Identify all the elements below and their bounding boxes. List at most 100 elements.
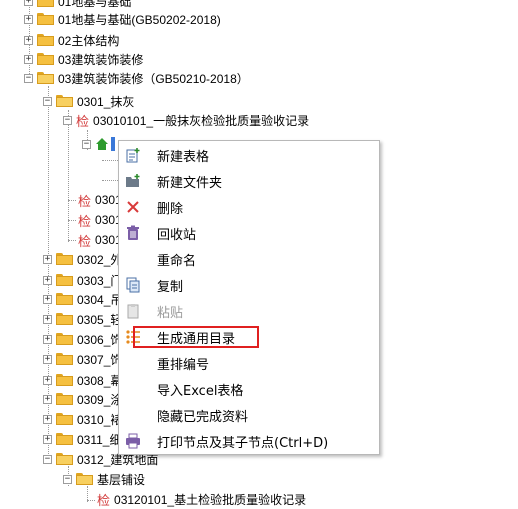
expand-toggle[interactable]: + [43, 314, 52, 324]
folder-icon [56, 313, 73, 325]
tree-node[interactable]: + 0302_外 [43, 250, 122, 268]
menu-item-new-table[interactable]: 新建表格 [119, 142, 379, 168]
tree-node-label: 03010101_一般抹灰检验批质量验收记录 [93, 113, 310, 128]
tree-node-label: 0311_细 [77, 432, 122, 447]
folder-open-icon [37, 72, 54, 84]
new-folder-icon [124, 172, 142, 190]
tree-node[interactable]: + 0308_幕 [43, 371, 122, 389]
delete-x-icon [124, 198, 142, 216]
expand-toggle[interactable]: + [43, 294, 52, 304]
new-table-icon [124, 146, 142, 164]
folder-icon [56, 374, 73, 386]
tree-node[interactable]: + 0306_饰 [43, 330, 122, 348]
collapse-toggle[interactable]: − [43, 96, 52, 106]
tree-node[interactable]: + 0305_轻 [43, 310, 122, 328]
tree-guide-line [102, 180, 118, 181]
home-icon [95, 137, 109, 151]
expand-toggle[interactable]: + [24, 0, 33, 6]
tree-node[interactable]: 检 0301 [78, 191, 122, 209]
tree-node[interactable]: − 03建筑装饰装修（GB50210-2018） [24, 69, 249, 87]
menu-item-label: 复制 [157, 279, 184, 295]
expand-toggle[interactable]: + [43, 354, 52, 364]
tree-guide-line [68, 200, 76, 201]
tree-node-label: 02主体结构 [58, 33, 120, 48]
print-icon [124, 432, 142, 450]
menu-item-paste[interactable]: 粘贴 [119, 298, 379, 324]
folder-icon [56, 293, 73, 305]
menu-item-label: 打印节点及其子节点(Ctrl+D) [157, 435, 329, 451]
tree-node[interactable]: − 0301_抹灰 [43, 92, 134, 110]
expand-toggle[interactable]: + [43, 434, 52, 444]
menu-item-rename[interactable]: 重命名 [119, 246, 379, 272]
expand-toggle[interactable]: + [24, 35, 33, 45]
trash-icon [124, 224, 142, 242]
tree-guide-line [68, 110, 69, 242]
tree-guide-line [102, 160, 118, 161]
tree-node[interactable]: + 01地基与基础 [24, 0, 131, 10]
tree-node[interactable]: 检 0301 [78, 231, 122, 249]
tree-node[interactable]: + 0311_细 [43, 430, 121, 448]
expand-toggle[interactable]: + [43, 334, 52, 344]
menu-item-print-node[interactable]: 打印节点及其子节点(Ctrl+D) [119, 428, 379, 454]
menu-item-generate-directory[interactable]: 生成通用目录 [119, 324, 379, 350]
menu-item-label: 新建文件夹 [157, 175, 223, 191]
folder-icon [56, 413, 73, 425]
collapse-toggle[interactable]: − [82, 139, 91, 149]
expand-toggle[interactable]: + [43, 275, 52, 285]
tree-guide-line [68, 220, 76, 221]
tree-node[interactable]: + 0307_饰 [43, 350, 122, 368]
folder-open-icon [56, 95, 73, 107]
tree-node-label: 0304_吊 [77, 292, 123, 307]
tree-node-label: 01地基与基础 [58, 0, 132, 9]
inspection-badge: 检 [78, 193, 92, 209]
menu-item-import-excel[interactable]: 导入Excel表格 [119, 376, 379, 402]
tree-node[interactable]: + 0309_涂 [43, 390, 122, 408]
tree-node[interactable]: 检 0301 [78, 211, 122, 229]
tree-node-label: 03120101_基土检验批质量验收记录 [114, 492, 307, 507]
tree-node[interactable]: − 基层铺设 [63, 470, 145, 488]
collapse-toggle[interactable]: − [63, 474, 72, 484]
tree-node[interactable]: + 02主体结构 [24, 31, 119, 49]
folder-icon [56, 433, 73, 445]
expand-toggle[interactable]: + [43, 394, 52, 404]
folder-icon [56, 393, 73, 405]
tree-node-label: 0303_门 [77, 273, 123, 288]
menu-item-delete[interactable]: 删除 [119, 194, 379, 220]
collapse-toggle[interactable]: − [43, 454, 52, 464]
tree-node[interactable]: + 0304_吊 [43, 290, 122, 308]
expand-toggle[interactable]: + [43, 254, 52, 264]
tree-node-label: 03建筑装饰装修（GB50210-2018） [58, 71, 249, 86]
tree-node-label: 0305_轻 [77, 312, 123, 327]
inspection-badge: 检 [78, 233, 92, 249]
paste-icon [124, 302, 142, 320]
tree-node[interactable]: + 0310_裱 [43, 410, 122, 428]
tree-node[interactable]: 检 03120101_基土检验批质量验收记录 [97, 490, 306, 508]
collapse-toggle[interactable]: − [24, 73, 33, 83]
tree-node[interactable]: + 03建筑装饰装修 [24, 50, 143, 68]
tree-node-label: 0310_裱 [77, 412, 123, 427]
tree-node[interactable]: + 01地基与基础(GB50202-2018) [24, 10, 221, 28]
folder-icon [56, 353, 73, 365]
tree-node-selected[interactable]: − [82, 135, 115, 153]
expand-toggle[interactable]: + [24, 54, 33, 64]
tree-guide-line [87, 500, 95, 501]
menu-item-label: 粘贴 [157, 305, 184, 321]
menu-item-label: 隐藏已完成资料 [157, 409, 249, 425]
folder-icon [37, 34, 54, 46]
tree-node[interactable]: + 0303_门 [43, 271, 122, 289]
expand-toggle[interactable]: + [43, 375, 52, 385]
menu-item-hide-completed[interactable]: 隐藏已完成资料 [119, 402, 379, 428]
menu-item-copy[interactable]: 复制 [119, 272, 379, 298]
menu-item-label: 回收站 [157, 227, 197, 243]
tree-node[interactable]: − 检 03010101_一般抹灰检验批质量验收记录 [63, 111, 309, 129]
tree-node-label: 01地基与基础(GB50202-2018) [58, 12, 221, 27]
menu-item-label: 导入Excel表格 [157, 383, 244, 399]
tree-guide-line [68, 240, 76, 241]
expand-toggle[interactable]: + [43, 414, 52, 424]
collapse-toggle[interactable]: − [63, 115, 72, 125]
expand-toggle[interactable]: + [24, 14, 33, 24]
menu-item-renumber[interactable]: 重排编号 [119, 350, 379, 376]
menu-item-recycle-bin[interactable]: 回收站 [119, 220, 379, 246]
menu-item-new-folder[interactable]: 新建文件夹 [119, 168, 379, 194]
menu-item-label: 重排编号 [157, 357, 210, 373]
